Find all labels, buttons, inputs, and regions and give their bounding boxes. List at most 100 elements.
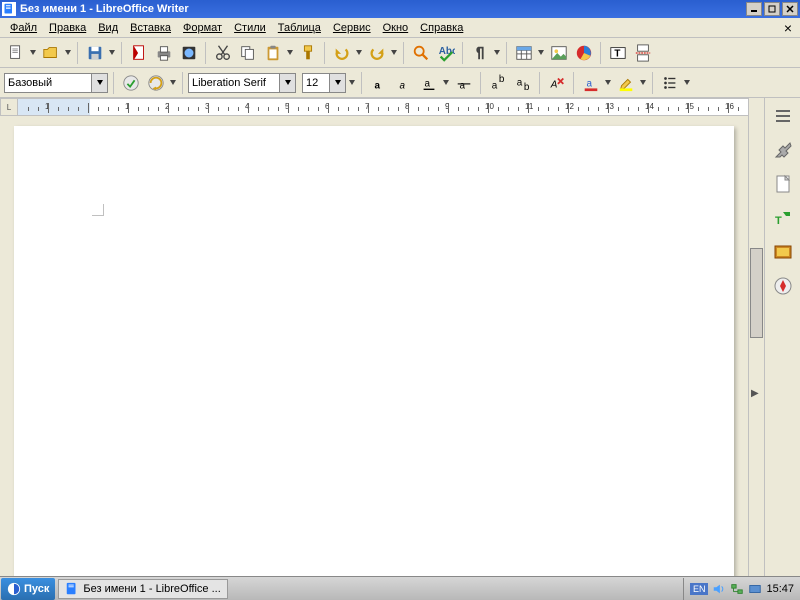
font-size-input[interactable] — [303, 74, 329, 92]
font-color-button[interactable]: a — [579, 71, 602, 94]
paste-button[interactable] — [261, 41, 284, 64]
strikethrough-button[interactable]: a — [452, 71, 475, 94]
svg-text:a: a — [516, 77, 522, 88]
insert-chart-button[interactable] — [572, 41, 595, 64]
new-style-dropdown[interactable] — [169, 80, 177, 85]
underline-dropdown[interactable] — [442, 80, 450, 85]
sidebar-menu-icon[interactable] — [771, 104, 795, 128]
scrollbar-thumb[interactable] — [750, 248, 763, 338]
new-dropdown[interactable] — [29, 50, 37, 55]
sidebar-expand-icon[interactable]: ▶ — [751, 388, 759, 399]
superscript-button[interactable]: ab — [486, 71, 509, 94]
save-dropdown[interactable] — [108, 50, 116, 55]
insert-table-dropdown[interactable] — [537, 50, 545, 55]
svg-text:A: A — [549, 79, 557, 90]
font-color-dropdown[interactable] — [604, 80, 612, 85]
clear-formatting-button[interactable]: A — [545, 71, 568, 94]
font-name-input[interactable] — [189, 74, 279, 92]
volume-icon[interactable] — [712, 582, 726, 596]
italic-button[interactable]: a — [392, 71, 415, 94]
language-indicator[interactable]: EN — [690, 583, 709, 595]
sidebar-gallery-icon[interactable] — [771, 240, 795, 264]
menu-styles[interactable]: Стили — [228, 20, 272, 36]
menu-window[interactable]: Окно — [377, 20, 415, 36]
insert-textbox-button[interactable]: T — [606, 41, 629, 64]
font-name-combo[interactable] — [188, 73, 296, 93]
start-button[interactable]: Пуск — [1, 578, 55, 600]
save-button[interactable] — [83, 41, 106, 64]
redo-button[interactable] — [365, 41, 388, 64]
sidebar-styles-icon[interactable]: T — [771, 206, 795, 230]
close-document-button[interactable]: × — [780, 20, 796, 36]
menu-edit[interactable]: Правка — [43, 20, 92, 36]
highlight-dropdown[interactable] — [639, 80, 647, 85]
tray-extra-icon[interactable] — [748, 582, 762, 596]
find-replace-button[interactable] — [409, 41, 432, 64]
open-dropdown[interactable] — [64, 50, 72, 55]
paragraph-style-combo[interactable] — [4, 73, 108, 93]
spellcheck-button[interactable]: Abc — [434, 41, 457, 64]
svg-text:a: a — [491, 80, 497, 91]
open-button[interactable] — [39, 41, 62, 64]
undo-button[interactable] — [330, 41, 353, 64]
print-button[interactable] — [152, 41, 175, 64]
document-page[interactable] — [14, 126, 734, 576]
menu-view[interactable]: Вид — [92, 20, 124, 36]
formatting-marks-button[interactable] — [468, 41, 491, 64]
svg-text:a: a — [459, 80, 465, 91]
formatting-marks-dropdown[interactable] — [493, 50, 501, 55]
new-button[interactable] — [4, 41, 27, 64]
export-pdf-button[interactable] — [127, 41, 150, 64]
subscript-button[interactable]: ab — [511, 71, 534, 94]
paragraph-style-dropdown[interactable] — [91, 74, 107, 92]
clock[interactable]: 15:47 — [766, 583, 794, 595]
paragraph-style-input[interactable] — [5, 74, 91, 92]
menu-file[interactable]: Файл — [4, 20, 43, 36]
clone-formatting-button[interactable] — [296, 41, 319, 64]
update-style-button[interactable] — [119, 71, 142, 94]
minimize-button[interactable] — [746, 2, 762, 16]
vertical-scrollbar[interactable]: ▶ — [748, 98, 764, 576]
copy-button[interactable] — [236, 41, 259, 64]
bullet-list-dropdown[interactable] — [683, 80, 691, 85]
insert-image-button[interactable] — [547, 41, 570, 64]
taskbar-app-button[interactable]: Без имени 1 - LibreOffice ... — [58, 579, 227, 599]
svg-text:a: a — [424, 78, 430, 89]
document-area[interactable] — [0, 116, 748, 576]
svg-text:a: a — [399, 80, 405, 91]
undo-dropdown[interactable] — [355, 50, 363, 55]
redo-dropdown[interactable] — [390, 50, 398, 55]
new-style-button[interactable] — [144, 71, 167, 94]
menu-tools[interactable]: Сервис — [327, 20, 377, 36]
ruler-corner[interactable]: L — [0, 98, 18, 116]
formatting-toolbar: a a a a ab ab A a — [0, 68, 800, 98]
cut-button[interactable] — [211, 41, 234, 64]
sidebar-properties-icon[interactable] — [771, 138, 795, 162]
svg-text:a: a — [374, 80, 380, 91]
highlight-button[interactable] — [614, 71, 637, 94]
menu-help[interactable]: Справка — [414, 20, 469, 36]
close-button[interactable] — [782, 2, 798, 16]
svg-text:a: a — [586, 78, 592, 89]
maximize-button[interactable] — [764, 2, 780, 16]
network-icon[interactable] — [730, 582, 744, 596]
print-preview-button[interactable] — [177, 41, 200, 64]
font-size-combo[interactable] — [302, 73, 346, 93]
paste-dropdown[interactable] — [286, 50, 294, 55]
insert-page-break-button[interactable] — [631, 41, 654, 64]
sidebar-page-icon[interactable] — [771, 172, 795, 196]
svg-text:b: b — [498, 74, 504, 85]
underline-button[interactable]: a — [417, 71, 440, 94]
horizontal-ruler[interactable]: 11234567891011121314151617 — [18, 98, 748, 116]
font-name-dropdown[interactable] — [279, 74, 295, 92]
bold-button[interactable]: a — [367, 71, 390, 94]
insert-table-button[interactable] — [512, 41, 535, 64]
svg-text:T: T — [614, 48, 620, 59]
menu-table[interactable]: Таблица — [272, 20, 327, 36]
sidebar-navigator-icon[interactable] — [771, 274, 795, 298]
menu-insert[interactable]: Вставка — [124, 20, 177, 36]
menu-format[interactable]: Формат — [177, 20, 228, 36]
bullet-list-button[interactable] — [658, 71, 681, 94]
font-size-dropdown[interactable] — [329, 74, 345, 92]
font-size-extra-dropdown[interactable] — [348, 80, 356, 85]
